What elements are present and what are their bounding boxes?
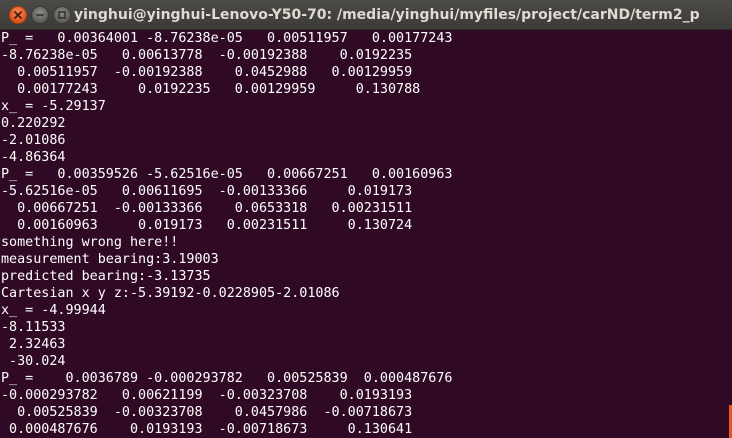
terminal-line: predicted bearing:-3.13735 [1,269,211,284]
terminal-line: 0.220292 [1,116,66,131]
minimize-icon [36,14,44,16]
terminal-line: -8.11533 [1,320,66,335]
title-bar[interactable]: yinghui@yinghui-Lenovo-Y50-70: /media/yi… [0,0,732,30]
window-controls [9,6,71,24]
terminal-window: yinghui@yinghui-Lenovo-Y50-70: /media/yi… [0,0,732,438]
terminal-line: measurement bearing:3.19003 [1,252,219,267]
terminal-line: -0.000293782 0.00621199 -0.00323708 0.01… [1,388,413,403]
maximize-button[interactable] [53,6,71,24]
terminal-output[interactable]: P_ = 0.00364001 -8.76238e-05 0.00511957 … [1,30,729,438]
terminal-line: -5.62516e-05 0.00611695 -0.00133366 0.01… [1,184,413,199]
terminal-line: -8.76238e-05 0.00613778 -0.00192388 0.01… [1,48,413,63]
terminal-line: P_ = 0.00359526 -5.62516e-05 0.00667251 … [1,167,453,182]
terminal-line: -2.01086 [1,133,66,148]
close-button[interactable] [9,6,27,24]
terminal-line: 0.00667251 -0.00133366 0.0653318 0.00231… [1,201,413,216]
terminal-line: 0.00525839 -0.00323708 0.0457986 -0.0071… [1,405,413,420]
terminal-line: 0.00177243 0.0192235 0.00129959 0.130788 [1,82,421,97]
terminal-line: 0.00511957 -0.00192388 0.0452988 0.00129… [1,65,413,80]
terminal-line: -30.024 [1,354,66,369]
terminal-line: x_ = -5.29137 [1,99,106,114]
terminal-line: 2.32463 [1,337,66,352]
terminal-line: Cartesian x y z:-5.39192-0.0228905-2.010… [1,286,340,301]
terminal-line: 0.00160963 0.019173 0.00231511 0.130724 [1,218,413,233]
window-title: yinghui@yinghui-Lenovo-Y50-70: /media/yi… [74,7,700,23]
terminal-line: -4.86364 [1,150,66,165]
close-icon [14,11,22,19]
minimize-button[interactable] [31,6,49,24]
terminal-line: P_ = 0.00364001 -8.76238e-05 0.00511957 … [1,31,453,46]
terminal-line: P_ = 0.0036789 -0.000293782 0.00525839 0… [1,371,453,386]
maximize-icon [58,11,66,19]
terminal-line: x_ = -4.99944 [1,303,106,318]
terminal-line: 0.000487676 0.0193193 -0.00718673 0.1306… [1,422,413,437]
terminal-line: something wrong here!! [1,235,179,250]
